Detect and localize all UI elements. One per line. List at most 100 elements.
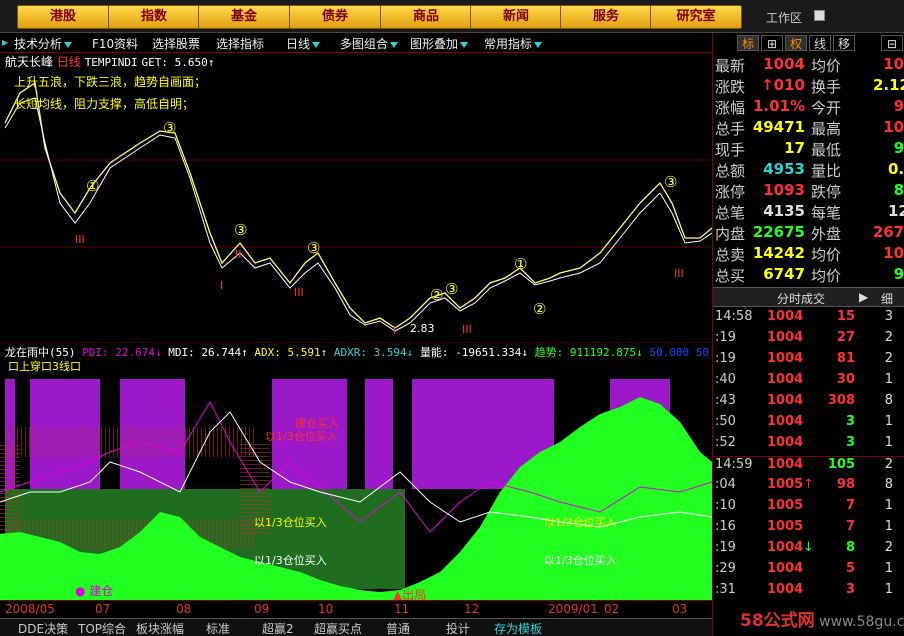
tab-grid-icon[interactable]: ⊞ [761, 35, 783, 51]
trade-count: 2 [884, 457, 893, 472]
indicator-name: TEMPINDI [84, 56, 138, 69]
tab-minus-icon[interactable]: ⊟ [881, 35, 903, 51]
trade-row: 14:58 1004 15 3 [713, 309, 904, 330]
tab-xian[interactable]: 线 [809, 35, 831, 51]
trade-row: 14:59 1004 105 2 [713, 456, 904, 477]
tab-top[interactable]: TOP综合 [78, 620, 126, 636]
trade-time: :19 [715, 351, 736, 366]
workarea-label[interactable]: 工作区 [766, 9, 802, 26]
tab-sector[interactable]: 板块涨幅 [136, 620, 184, 636]
buy-signal-label: 建仓买入 [295, 417, 339, 430]
tab-chaoying-buy[interactable]: 超赢买点 [314, 620, 362, 636]
date-tick: 2009/01 [548, 602, 598, 616]
tab-normal[interactable]: 普通 [386, 620, 410, 636]
trade-count: 1 [884, 519, 893, 534]
trade-price: 1004 [767, 540, 804, 555]
trade-row: :52 1004 3 1 [713, 435, 904, 456]
toolbar-tech-analysis[interactable]: 技术分析 [14, 35, 73, 52]
wave-label: ① [86, 177, 100, 195]
trade-volume: 105 [827, 457, 855, 472]
trade-time: :16 [715, 519, 736, 534]
quote-value: 49471 [752, 118, 805, 136]
trade-count: 3 [884, 309, 893, 324]
nav-button-bond[interactable]: 债券 [289, 5, 381, 29]
date-tick: 11 [394, 602, 410, 616]
trade-price: 1004 [767, 414, 804, 429]
quote-value: 1.01% [752, 97, 805, 115]
nav-button-commodity[interactable]: 商品 [380, 5, 472, 29]
quote-value: 895 [893, 181, 904, 199]
quote-value: 971 [893, 265, 904, 283]
toolbar-f10[interactable]: F10资料 [92, 35, 138, 52]
nav-button-research[interactable]: 研究室 [650, 5, 742, 29]
get-value: GET: 5.650↑ [141, 56, 215, 69]
quote-row: 涨幅 1.01% 今开 999 [715, 97, 904, 118]
tab-toujì[interactable]: 投计 [446, 620, 470, 636]
trade-time: :10 [715, 498, 736, 513]
toolbar-select-stock[interactable]: 选择股票 [152, 35, 200, 52]
quote-value: 975 [893, 139, 904, 157]
tab-save-template[interactable]: 存为模板 [494, 620, 542, 636]
quote-label: 涨幅 [715, 99, 746, 117]
nav-button-fund[interactable]: 基金 [198, 5, 290, 29]
trade-count: 8 [884, 393, 893, 408]
quote-label: 均价 [811, 246, 842, 264]
nav-button-index[interactable]: 指数 [108, 5, 200, 29]
quote-value: 0.70 [887, 160, 904, 178]
tab-dde[interactable]: DDE决策 [18, 620, 68, 636]
quote-value: 1057 [883, 244, 904, 262]
buy-signal-label: 以1/3仓位买入 [544, 554, 617, 567]
nav-button-service[interactable]: 服务 [560, 5, 652, 29]
trade-count: 2 [884, 540, 893, 555]
date-tick: 10 [318, 602, 334, 616]
toolbar-multi-chart[interactable]: 多图组合 [340, 35, 399, 52]
quote-value: 26790 [872, 223, 904, 241]
quote-value: 4953 [763, 160, 805, 178]
fenshi-detail-tab[interactable]: 细 [881, 290, 893, 307]
toolbar-overlay[interactable]: 图形叠加 [410, 35, 469, 52]
toolbar-common-indicators[interactable]: 常用指标 [484, 35, 543, 52]
trade-volume: 98 [836, 477, 855, 492]
toolbar-select-indicator[interactable]: 选择指标 [216, 35, 264, 52]
trade-price: 1005 [767, 498, 804, 513]
toolbar-prev-arrow-icon[interactable]: ▸ [2, 35, 8, 49]
tab-standard[interactable]: 标准 [206, 620, 230, 636]
trade-price: 1004 [767, 372, 804, 387]
fenshi-play-icon[interactable]: ▶ [859, 290, 868, 304]
adx-value: ADX: 5.591↑ [254, 346, 328, 359]
trade-time: 14:59 [715, 457, 753, 472]
dropdown-arrow-icon [460, 41, 469, 48]
wave-label: ③ [234, 221, 248, 239]
quote-row: 总卖 14242 均价 1057 [715, 244, 904, 265]
toolbar-label: 多图组合 [340, 37, 389, 51]
stock-name: 航天长峰 [5, 55, 54, 69]
quote-label: 每笔 [811, 204, 842, 222]
tab-biao[interactable]: 标 [737, 35, 759, 51]
workarea-dropdown-icon[interactable] [814, 10, 825, 21]
quote-row: 内盘 22675 外盘 26790 [715, 223, 904, 244]
fifty-value: 50.000 [649, 346, 690, 359]
trade-row: :40 1004 30 1 [713, 372, 904, 393]
quote-value: 17 [784, 139, 805, 157]
trade-volume: 15 [836, 309, 855, 324]
roman-label: III [674, 267, 684, 280]
tab-yi[interactable]: 移 [833, 35, 855, 51]
buy-signal-label: 以1/3仓位买入 [544, 516, 617, 529]
trade-time: :04 [715, 477, 736, 492]
trade-price: 1004 [767, 561, 804, 576]
roman-label: III [294, 286, 304, 299]
toolbar-period[interactable]: 日线 [286, 35, 321, 52]
trade-count: 2 [884, 351, 893, 366]
trade-time: :19 [715, 330, 736, 345]
nav-button-news[interactable]: 新闻 [470, 5, 562, 29]
fenshi-header: 分时成交 ▶ 细 [713, 287, 904, 307]
nav-button-hk[interactable]: 港股 [17, 5, 109, 29]
wave-label: ③ [445, 280, 459, 298]
price-chart-panel[interactable]: 2.83 航天长峰 日线 TEMPINDI GET: 5.650↑ 上升五浪，下… [0, 53, 713, 342]
tab-quan[interactable]: 权 [785, 35, 807, 51]
indicator-chart-panel[interactable]: 龙在雨中(55) PDI: 22.674↓ MDI: 26.744↑ ADX: … [0, 341, 736, 602]
trade-time: :50 [715, 414, 736, 429]
low-price-label: 2.83 [410, 322, 435, 335]
tab-chaoying2[interactable]: 超赢2 [262, 620, 294, 636]
trade-volume: 3 [845, 582, 855, 597]
